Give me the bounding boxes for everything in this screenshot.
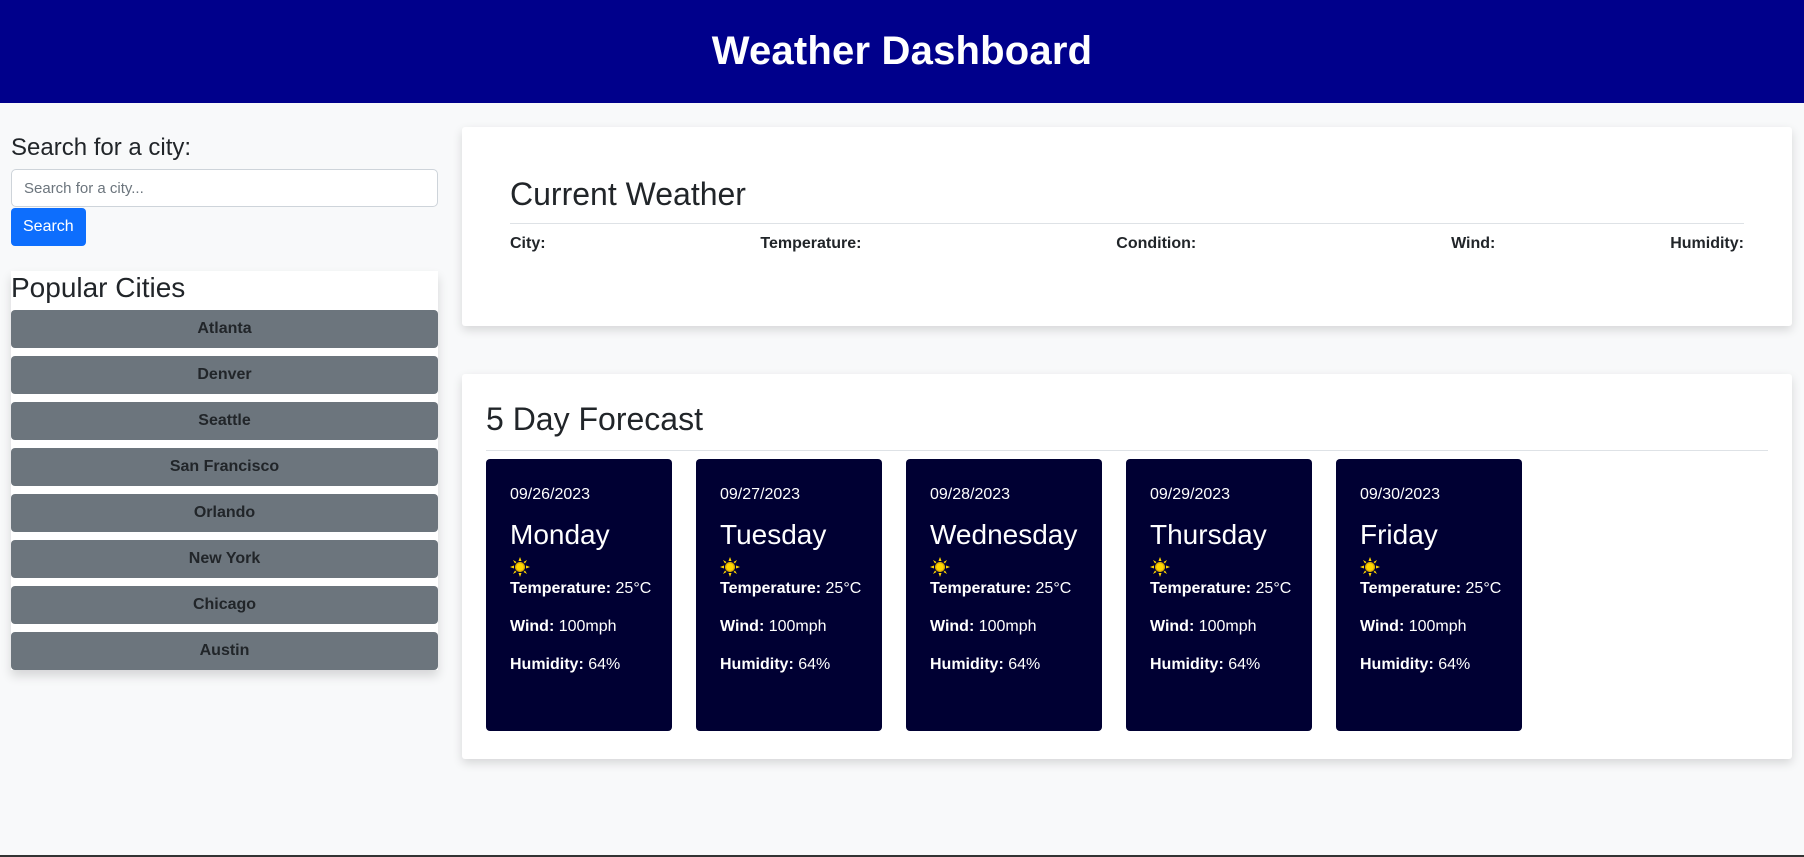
current-condition-label: Condition: xyxy=(1116,235,1197,253)
forecast-day-card: 09/30/2023 Friday Temperature: 25°C Wind… xyxy=(1336,459,1522,732)
city-button-denver[interactable]: Denver xyxy=(11,355,438,394)
forecast-day-card: 09/28/2023 Wednesday Temperature: 25°C W… xyxy=(906,459,1102,732)
forecast-temperature: Temperature: 25°C xyxy=(1150,580,1292,598)
sun-icon xyxy=(930,557,950,578)
forecast-day-card: 09/29/2023 Thursday Temperature: 25°C Wi… xyxy=(1126,459,1312,732)
forecast-title: 5 Day Forecast xyxy=(486,400,1768,452)
forecast-days: 09/26/2023 Monday Temperature: 25°C Wind… xyxy=(486,459,1768,732)
city-button-new-york[interactable]: New York xyxy=(11,539,438,578)
forecast-day-card: 09/26/2023 Monday Temperature: 25°C Wind… xyxy=(486,459,672,732)
current-temperature-label: Temperature: xyxy=(760,235,862,253)
current-weather-card: Current Weather City: Temperature: Condi… xyxy=(462,127,1792,326)
page-title: Weather Dashboard xyxy=(711,29,1093,73)
sidebar: Search for a city: Search Popular Cities… xyxy=(11,128,438,670)
forecast-wind: Wind: 100mph xyxy=(1360,618,1467,636)
forecast-day-name: Tuesday xyxy=(720,519,827,551)
search-label: Search for a city: xyxy=(11,134,192,161)
forecast-date: 09/29/2023 xyxy=(1150,486,1231,504)
forecast-humidity: Humidity: 64% xyxy=(930,656,1041,674)
current-city-label: City: xyxy=(510,235,546,253)
forecast-temperature: Temperature: 25°C xyxy=(1360,580,1502,598)
forecast-day-name: Wednesday xyxy=(930,519,1078,551)
city-button-orlando[interactable]: Orlando xyxy=(11,493,438,532)
forecast-humidity: Humidity: 64% xyxy=(720,656,831,674)
current-weather-title: Current Weather xyxy=(510,175,1744,225)
city-button-chicago[interactable]: Chicago xyxy=(11,585,438,624)
popular-cities-title: Popular Cities xyxy=(11,272,186,303)
city-button-atlanta[interactable]: Atlanta xyxy=(11,309,438,348)
search-input[interactable] xyxy=(11,169,438,207)
forecast-date: 09/28/2023 xyxy=(930,486,1011,504)
forecast-day-card: 09/27/2023 Tuesday Temperature: 25°C Win… xyxy=(696,459,882,732)
forecast-card: 5 Day Forecast 09/26/2023 Monday Tempera… xyxy=(462,374,1792,759)
forecast-date: 09/30/2023 xyxy=(1360,486,1441,504)
forecast-humidity: Humidity: 64% xyxy=(510,656,621,674)
sun-icon xyxy=(1360,557,1380,578)
forecast-temperature: Temperature: 25°C xyxy=(930,580,1072,598)
city-button-seattle[interactable]: Seattle xyxy=(11,401,438,440)
forecast-day-name: Thursday xyxy=(1150,519,1267,551)
forecast-wind: Wind: 100mph xyxy=(930,618,1037,636)
popular-cities-panel: Popular Cities Atlanta Denver Seattle Sa… xyxy=(11,271,438,670)
forecast-temperature: Temperature: 25°C xyxy=(510,580,652,598)
sun-icon xyxy=(1150,557,1170,578)
forecast-humidity: Humidity: 64% xyxy=(1150,656,1261,674)
city-button-san-francisco[interactable]: San Francisco xyxy=(11,447,438,486)
forecast-day-name: Friday xyxy=(1360,519,1438,551)
city-button-austin[interactable]: Austin xyxy=(11,631,438,670)
app-header: Weather Dashboard xyxy=(0,0,1804,103)
forecast-date: 09/27/2023 xyxy=(720,486,801,504)
forecast-humidity: Humidity: 64% xyxy=(1360,656,1471,674)
forecast-day-name: Monday xyxy=(510,519,610,551)
sun-icon xyxy=(720,557,740,578)
current-weather-fields: City: Temperature: Condition: Wind: Humi… xyxy=(510,235,1744,253)
current-humidity-label: Humidity: xyxy=(1670,235,1744,253)
search-button[interactable]: Search xyxy=(11,208,86,246)
forecast-wind: Wind: 100mph xyxy=(1150,618,1257,636)
forecast-date: 09/26/2023 xyxy=(510,486,591,504)
current-wind-label: Wind: xyxy=(1451,235,1496,253)
forecast-temperature: Temperature: 25°C xyxy=(720,580,862,598)
sun-icon xyxy=(510,557,530,578)
forecast-wind: Wind: 100mph xyxy=(510,618,617,636)
forecast-wind: Wind: 100mph xyxy=(720,618,827,636)
